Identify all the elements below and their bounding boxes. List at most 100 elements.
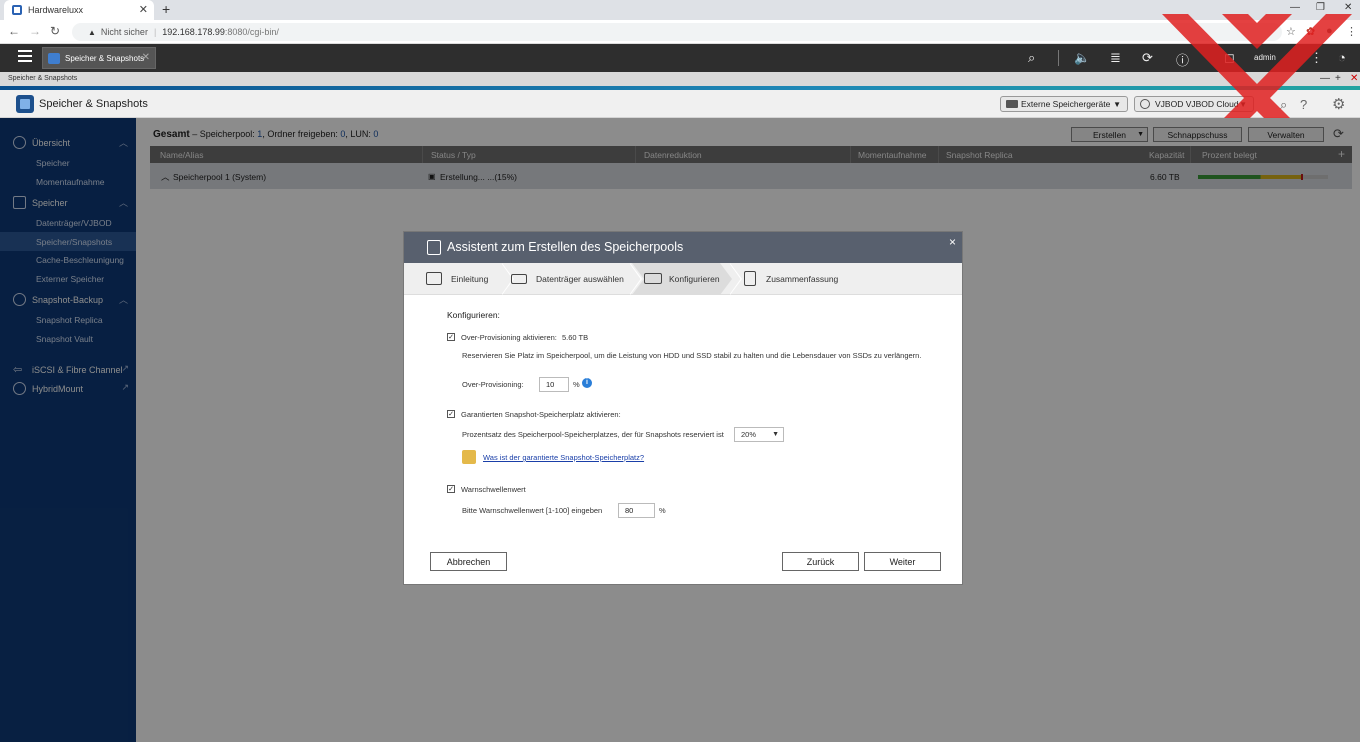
browser-tab[interactable]: Hardwareluxx ✕: [4, 0, 154, 20]
app-header: Speicher & Snapshots Externe Speicherger…: [0, 90, 1360, 118]
disk-icon: [511, 274, 527, 284]
app-tab-label: Speicher & Snapshots: [65, 53, 145, 63]
browser-tab-bar: Hardwareluxx ✕ + — ❐ ✕: [0, 0, 1360, 20]
hamburger-menu-icon[interactable]: [18, 50, 32, 62]
step-select-disks: Datenträger auswählen: [511, 263, 624, 295]
minimize-window-icon[interactable]: —: [1290, 2, 1300, 13]
chevron-down-icon: ▼: [1239, 100, 1247, 109]
warning-icon: ▲: [88, 27, 96, 37]
info-icon[interactable]: i: [582, 378, 592, 388]
window-label: Speicher & Snapshots: [8, 75, 78, 82]
address-bar: ← → ↻ ▲ Nicht sicher | 192.168.178.99 :8…: [0, 20, 1360, 44]
nas-top-bar: Speicher & Snapshots ✕ ⌕ 🔈 ≣ ⟳ ⓘ ◻ admin…: [0, 44, 1360, 72]
url-host: 192.168.178.99: [162, 27, 225, 37]
forward-icon[interactable]: →: [29, 24, 41, 38]
percent-unit: %: [659, 506, 666, 515]
vjbod-label: VJBOD VJBOD Cloud: [1155, 99, 1239, 109]
snapshot-percent-select[interactable]: 20% ▼: [734, 427, 784, 442]
vjbod-button[interactable]: VJBOD VJBOD Cloud ▼: [1134, 96, 1254, 112]
next-label: Weiter: [889, 556, 916, 567]
user-menu[interactable]: admin: [1254, 53, 1276, 62]
next-button[interactable]: Weiter: [864, 552, 941, 571]
dialog-title: Assistent zum Erstellen des Speicherpool…: [447, 240, 684, 254]
close-app-tab-icon[interactable]: ✕: [142, 52, 150, 63]
back-icon[interactable]: ←: [8, 24, 20, 38]
warning-threshold-checkbox[interactable]: ✓: [447, 485, 455, 493]
url-separator: |: [153, 27, 157, 37]
app-tab[interactable]: Speicher & Snapshots ✕: [42, 47, 156, 69]
percent-unit: %: [573, 380, 580, 389]
url-path: :8080/cgi-bin/: [224, 27, 279, 37]
step-label: Konfigurieren: [669, 274, 720, 284]
close-window-icon[interactable]: ✕: [1344, 2, 1352, 13]
browser-tab-title: Hardwareluxx: [28, 5, 84, 15]
dashboard-icon[interactable]: ◔: [1338, 50, 1346, 65]
window-maximize-icon[interactable]: +: [1335, 72, 1341, 86]
maximize-window-icon[interactable]: ❐: [1316, 2, 1325, 13]
overprovisioning-field-label: Over-Provisioning:: [462, 380, 524, 389]
info-icon[interactable]: ⓘ: [1176, 50, 1189, 69]
app-title: Speicher & Snapshots: [39, 98, 148, 110]
storage-app-icon: [48, 53, 60, 64]
overprovisioning-description: Reservieren Sie Platz im Speicherpool, u…: [462, 351, 922, 360]
overprovisioning-size: 5.60 TB: [562, 333, 589, 342]
step-configure: Konfigurieren: [644, 263, 720, 295]
star-icon[interactable]: ☆: [1286, 25, 1296, 38]
clipboard-icon: [744, 271, 756, 286]
cancel-button[interactable]: Abbrechen: [430, 552, 507, 571]
section-title: Konfigurieren:: [447, 310, 500, 320]
snapshot-percent-label: Prozentsatz des Speicherpool-Speicherpla…: [462, 430, 724, 439]
storage-snapshots-icon: [16, 95, 34, 113]
window-close-icon[interactable]: ✕: [1350, 72, 1358, 86]
snapshot-space-label: Garantierten Snapshot-Speicherplatz akti…: [461, 410, 621, 419]
search-icon[interactable]: ⌕: [1028, 50, 1035, 66]
snapshot-help-link[interactable]: Was ist der garantierte Snapshot-Speiche…: [483, 453, 644, 462]
dialog-close-button[interactable]: ×: [949, 235, 956, 249]
overprovisioning-input[interactable]: 10: [539, 377, 569, 392]
help-illustration-icon: [462, 450, 476, 464]
external-devices-button[interactable]: Externe Speichergeräte ▼: [1000, 96, 1128, 112]
intro-icon: [426, 272, 442, 285]
toolbar-divider: [1058, 50, 1059, 66]
create-pool-dialog: Assistent zum Erstellen des Speicherpool…: [403, 231, 963, 585]
overprovisioning-checkbox[interactable]: ✓: [447, 333, 455, 341]
close-tab-icon[interactable]: ✕: [139, 3, 148, 16]
menu-dots-icon[interactable]: ⋮: [1346, 25, 1357, 38]
step-label: Datenträger auswählen: [536, 274, 624, 284]
external-devices-label: Externe Speichergeräte: [1021, 99, 1111, 109]
warning-threshold-input[interactable]: 80: [618, 503, 655, 518]
more-icon[interactable]: ⋮: [1310, 50, 1323, 66]
step-introduction: Einleitung: [426, 263, 488, 295]
reload-icon[interactable]: ↻: [50, 24, 60, 38]
drive-icon: [1006, 100, 1018, 108]
step-label: Einleitung: [451, 274, 489, 284]
sync-icon[interactable]: ⟳: [1142, 50, 1153, 66]
security-label: Nicht sicher: [100, 27, 148, 37]
url-field[interactable]: ▲ Nicht sicher | 192.168.178.99 :8080/cg…: [72, 23, 1282, 41]
overprovisioning-label: Over-Provisioning aktivieren:: [461, 333, 557, 342]
back-label: Zurück: [806, 556, 835, 567]
window-title-strip: Speicher & Snapshots — + ✕: [0, 72, 1360, 86]
cloud-icon: [1140, 99, 1150, 109]
cancel-label: Abbrechen: [446, 556, 491, 567]
user-icon[interactable]: ◻: [1224, 50, 1235, 66]
chevron-down-icon: ▼: [772, 431, 779, 438]
dialog-title-bar: Assistent zum Erstellen des Speicherpool…: [404, 232, 962, 263]
favicon-icon: [12, 5, 22, 15]
snapshot-percent-value: 20%: [741, 430, 757, 439]
chevron-down-icon: ▼: [1113, 100, 1121, 109]
new-tab-button[interactable]: +: [162, 1, 170, 17]
profile-icon[interactable]: ●: [1326, 25, 1333, 37]
help-icon[interactable]: ?: [1300, 97, 1307, 112]
window-minimize-icon[interactable]: —: [1320, 72, 1330, 86]
back-button[interactable]: Zurück: [782, 552, 859, 571]
configure-icon: [644, 273, 662, 284]
tasks-icon[interactable]: ≣: [1110, 50, 1121, 66]
warning-threshold-field-label: Bitte Warnschwellenwert [1-100] eingeben: [462, 506, 603, 515]
warning-threshold-label: Warnschwellenwert: [461, 485, 526, 494]
volume-icon[interactable]: 🔈: [1074, 50, 1090, 66]
gear-icon[interactable]: ⚙: [1332, 95, 1345, 113]
snapshot-space-checkbox[interactable]: ✓: [447, 410, 455, 418]
magnifier-icon[interactable]: ⌕: [1280, 97, 1287, 113]
extension-icon[interactable]: ✿: [1306, 25, 1315, 38]
